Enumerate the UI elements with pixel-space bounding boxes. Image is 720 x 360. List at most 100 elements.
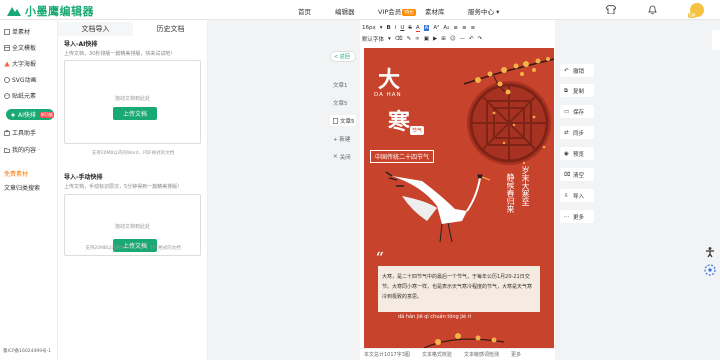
- nav-editor[interactable]: 编辑器: [335, 6, 355, 16]
- poem-column-2[interactable]: 静候春归来: [505, 173, 516, 213]
- toolbar-row-1: 16px ▾ B I U S A A A² A₂ ≡ ≡ ≡: [362, 23, 475, 33]
- format-check-link[interactable]: 文本格式校验: [422, 351, 452, 358]
- font-color-icon[interactable]: A: [415, 25, 420, 32]
- ai-support-text: 支持20MB以内的Word、PDF格式的文档: [91, 151, 175, 156]
- nav-materials[interactable]: 素材库: [425, 6, 445, 16]
- sidebar-item-article-search[interactable]: 文章归类搜索: [4, 182, 56, 193]
- collapse-panel-tab[interactable]: [712, 30, 720, 50]
- vip-discount-badge: 特价: [402, 9, 417, 16]
- poster-title-char-2[interactable]: 寒: [388, 104, 410, 136]
- poster-english-title[interactable]: DA HAN: [374, 92, 402, 98]
- sidebar-item-ai-layout[interactable]: AI快排 新功能: [6, 109, 54, 120]
- chevron-down-icon[interactable]: ▾: [388, 36, 391, 42]
- underline-icon[interactable]: U: [400, 25, 404, 31]
- poster-pinyin[interactable]: dà hán jiē qì chuán tǒng jié rì: [398, 314, 471, 320]
- folder-icon: [4, 147, 10, 153]
- link-icon[interactable]: ∞: [415, 36, 420, 42]
- preview-button[interactable]: ◉ 预览: [560, 147, 594, 160]
- align-right-icon[interactable]: ≡: [471, 25, 476, 31]
- poster-title-char-1[interactable]: 大: [378, 62, 400, 94]
- font-family-select[interactable]: 默认字体: [362, 35, 384, 43]
- highlight-icon[interactable]: A: [423, 25, 430, 31]
- poster-canvas[interactable]: 大 DA HAN 寒 节气 中国传统二十四节气 岁末大寒至 静候春归来 “ 大寒…: [364, 48, 554, 350]
- poster-text-box[interactable]: 大寒，是二十四节气中的最后一个节气，于每年公历1月20-21日交节。大寒同小寒一…: [378, 266, 540, 312]
- action-label: 保存: [573, 109, 585, 116]
- action-label: 导入: [573, 193, 585, 200]
- copy-button[interactable]: ⧉ 复制: [560, 84, 594, 97]
- emoji-icon[interactable]: ☺: [450, 36, 456, 42]
- status-more-link[interactable]: 更多: [511, 351, 521, 358]
- poster-subtitle[interactable]: 中国传统二十四节气: [370, 150, 435, 163]
- clear-format-icon[interactable]: ⌫: [395, 36, 403, 42]
- sidebar-item-full-template[interactable]: 全文模板: [4, 42, 56, 53]
- doc-item[interactable]: 文章1: [330, 79, 356, 90]
- undo-button[interactable]: ↶ 撤销: [560, 64, 594, 77]
- nav-service-label: 服务中心: [468, 8, 494, 16]
- manual-import-title: 导入-手动快排: [64, 174, 103, 181]
- font-size-select[interactable]: 16px: [362, 25, 376, 31]
- clear-button[interactable]: ⌧ 清空: [560, 168, 594, 181]
- tab-document-import[interactable]: 文档导入: [58, 22, 133, 36]
- italic-icon[interactable]: I: [395, 25, 397, 31]
- avatar-vip-tag: VIP: [688, 13, 697, 18]
- accessibility-icon[interactable]: [704, 246, 716, 258]
- sidebar-item-tools[interactable]: 工具助手: [4, 127, 56, 138]
- sidebar-item-big-poster[interactable]: 大字海报: [4, 58, 56, 69]
- nav-vip-label: VIP会员: [378, 8, 402, 16]
- app-logo[interactable]: 小墨鹰编辑器: [6, 3, 94, 19]
- divider-icon[interactable]: —: [460, 36, 466, 42]
- manual-support-text: 支持20MB以内的Word、PDF、TXT格式的文档: [85, 246, 181, 251]
- ai-upload-button[interactable]: 上传文档: [113, 107, 157, 120]
- sidebar-item-single-material[interactable]: 单素材: [4, 26, 56, 37]
- nav-service[interactable]: 服务中心 ▾: [468, 6, 499, 16]
- sidebar-item-svg-animation[interactable]: SVG动画: [4, 74, 56, 85]
- back-button[interactable]: < 返回: [330, 51, 356, 62]
- sidebar-item-label: SVG动画: [12, 77, 37, 84]
- shirt-icon[interactable]: [606, 5, 616, 14]
- sidebar-item-label: 贴纸元素: [12, 93, 37, 100]
- sync-button[interactable]: ⇄ 同步: [560, 126, 594, 139]
- document-icon: [333, 117, 338, 124]
- import-button[interactable]: ⇩ 导入: [560, 189, 594, 202]
- action-label: 清空: [573, 172, 585, 179]
- save-button[interactable]: ▭ 保存: [560, 105, 594, 118]
- subscript-icon[interactable]: A₂: [443, 25, 449, 31]
- video-icon[interactable]: ▶: [433, 36, 437, 42]
- poem-column-1[interactable]: 岁末大寒至: [520, 166, 531, 206]
- doc-item-active[interactable]: 文章5: [330, 115, 356, 126]
- close-quote-icon: ”: [526, 304, 535, 320]
- strikethrough-icon[interactable]: S: [408, 25, 412, 31]
- copy-icon: ⧉: [564, 87, 568, 94]
- undo-toolbar-icon[interactable]: ↶: [469, 36, 474, 42]
- redo-toolbar-icon[interactable]: ↷: [478, 36, 483, 42]
- superscript-icon[interactable]: A²: [433, 25, 439, 31]
- action-label: 更多: [573, 214, 585, 221]
- sensitive-word-link[interactable]: 文本敏感词检测: [464, 351, 499, 358]
- sidebar-item-stickers[interactable]: 贴纸元素: [4, 90, 56, 101]
- poster-body-text[interactable]: 大寒，是二十四节气中的最后一个节气，于每年公历1月20-21日交节。大寒同小寒一…: [382, 272, 536, 302]
- table-icon[interactable]: ⊞: [441, 36, 446, 42]
- tab-history-documents[interactable]: 历史文档: [133, 22, 208, 36]
- assistant-icon[interactable]: [704, 264, 716, 276]
- format-brush-icon[interactable]: ✎: [407, 36, 412, 42]
- doc-item[interactable]: 文章5: [330, 97, 356, 108]
- image-icon[interactable]: ▣: [424, 36, 429, 42]
- new-doc-button[interactable]: + 新建: [330, 133, 356, 144]
- align-center-icon[interactable]: ≡: [462, 25, 467, 31]
- ai-dropzone[interactable]: 拖动文档到此处 上传文档: [64, 60, 201, 144]
- close-doc-button[interactable]: ✕ 关闭: [330, 151, 356, 162]
- nav-home[interactable]: 首页: [298, 6, 311, 16]
- grid-icon: [4, 28, 10, 35]
- sidebar-item-free-materials[interactable]: 免费素材: [4, 168, 56, 179]
- sidebar-item-my-content[interactable]: 我的内容 ›: [4, 144, 56, 155]
- poster-seal: 节气: [410, 126, 425, 135]
- bell-icon[interactable]: [648, 5, 657, 15]
- sidebar-item-label: 单素材: [12, 29, 31, 36]
- chevron-down-icon[interactable]: ▾: [380, 25, 383, 31]
- more-button[interactable]: ⋯ 更多: [560, 210, 594, 223]
- icp-footer[interactable]: 蜀ICP备16024499号-1: [3, 348, 51, 354]
- doc-item-label: 文章5: [340, 118, 355, 125]
- align-left-icon[interactable]: ≡: [453, 25, 458, 31]
- nav-vip[interactable]: VIP会员 特价: [378, 6, 417, 16]
- bold-icon[interactable]: B: [387, 25, 391, 31]
